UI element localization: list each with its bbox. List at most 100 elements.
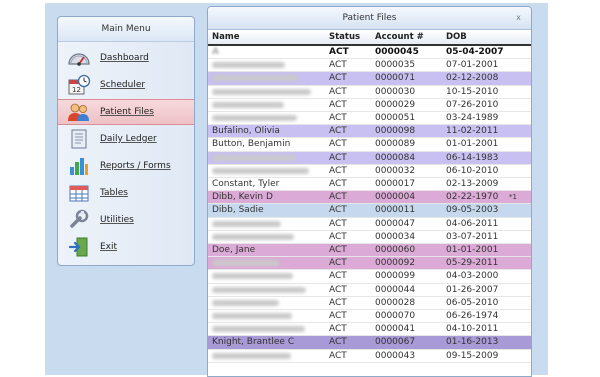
patient-status-cell: ACT	[329, 284, 347, 295]
table-row[interactable]: ACT 0000034 03-07-2011	[208, 230, 531, 244]
patient-status-cell: ACT	[329, 47, 349, 57]
patient-status-cell: ACT	[329, 271, 347, 282]
redacted-name	[212, 220, 281, 227]
patient-account-cell: 0000092	[375, 258, 416, 269]
patient-status-cell: ACT	[329, 231, 347, 242]
menu-item-label: Scheduler	[100, 80, 146, 90]
patient-dob-cell: 06-10-2010	[446, 165, 499, 176]
menu-item-scheduler[interactable]: 12 Scheduler	[58, 72, 194, 98]
patient-status-cell: ACT	[329, 73, 347, 84]
users-icon	[66, 100, 92, 124]
table-row[interactable]: ACT 0000044 01-26-2007	[208, 283, 531, 297]
menu-item-utilities[interactable]: Utilities	[58, 207, 194, 233]
patient-dob-cell: 06-26-1974	[446, 311, 499, 321]
patient-account-cell: 0000099	[375, 271, 416, 282]
column-header-status[interactable]: Status	[329, 31, 373, 44]
table-row[interactable]: ACT 0000041 04-10-2011	[208, 323, 531, 337]
redacted-name	[212, 326, 305, 333]
column-header-account[interactable]: Account #	[375, 31, 443, 44]
main-menu-title: Main Menu	[58, 17, 194, 42]
table-row[interactable]: Knight, Brantlee C ACT 0000067 01-16-2013	[208, 336, 531, 350]
patient-name-cell: A	[212, 47, 219, 57]
patient-dob-cell: 07-26-2010	[446, 99, 499, 110]
menu-item-label: Dashboard	[100, 53, 149, 63]
redacted-name	[212, 75, 298, 82]
ledger-book-icon	[66, 127, 92, 151]
patient-dob-cell: 01-01-2001	[446, 139, 499, 150]
patient-status-cell: ACT	[329, 311, 347, 321]
menu-item-tables[interactable]: Tables	[58, 180, 194, 206]
patient-account-cell: 0000051	[375, 113, 416, 123]
table-row[interactable]: ACT 0000047 04-06-2011	[208, 217, 531, 231]
column-header-name[interactable]: Name	[212, 31, 324, 44]
redacted-name	[212, 352, 291, 359]
patient-account-cell: 0000060	[375, 245, 416, 255]
patient-dob-cell: 01-16-2013	[446, 337, 499, 348]
patient-dob-cell: 02-13-2009	[446, 179, 499, 189]
menu-item-patient-files[interactable]: Patient Files	[58, 99, 194, 125]
menu-item-reports-forms[interactable]: Reports / Forms	[58, 153, 194, 179]
row-flag: *1	[509, 193, 517, 202]
redacted-name	[212, 233, 294, 240]
table-row[interactable]: ACT 0000051 03-24-1989	[208, 112, 531, 126]
close-icon[interactable]: x	[514, 13, 523, 22]
table-row[interactable]: Bufalino, Olivia ACT 0000098 11-02-2011	[208, 125, 531, 139]
table-row[interactable]: ACT 0000035 07-01-2001	[208, 59, 531, 73]
column-header-dob[interactable]: DOB	[446, 31, 506, 44]
svg-text:12: 12	[72, 86, 81, 94]
menu-item-dashboard[interactable]: Dashboard	[58, 45, 194, 71]
patient-files-title-bar: Patient Files x	[208, 7, 531, 30]
table-row[interactable]: ACT 0000028 06-05-2010	[208, 296, 531, 310]
table-row[interactable]: ACT 0000030 10-15-2010	[208, 85, 531, 99]
patient-status-cell: ACT	[329, 165, 347, 176]
patient-status-cell: ACT	[329, 60, 347, 71]
patient-name-cell: Constant, Tyler	[212, 179, 280, 189]
table-row[interactable]: ACT 0000099 04-03-2000	[208, 270, 531, 284]
patient-dob-cell: 10-15-2010	[446, 86, 499, 97]
patient-status-cell: ACT	[329, 99, 347, 110]
patient-name-cell: Knight, Brantlee C	[212, 337, 295, 348]
menu-item-daily-ledger[interactable]: Daily Ledger	[58, 126, 194, 152]
table-row[interactable]: ACT 0000029 07-26-2010	[208, 98, 531, 112]
patient-status-cell: ACT	[329, 258, 347, 269]
patient-dob-cell: 01-26-2007	[446, 284, 499, 295]
table-row[interactable]: ACT 0000032 06-10-2010	[208, 164, 531, 178]
table-row[interactable]: A ACT 0000045 05-04-2007	[208, 46, 531, 60]
menu-item-label: Utilities	[100, 215, 134, 225]
patient-dob-cell: 04-10-2011	[446, 324, 499, 335]
patient-status-cell: ACT	[329, 350, 347, 361]
table-row[interactable]: ACT 0000043 09-15-2009	[208, 349, 531, 363]
redacted-name	[212, 273, 293, 280]
patient-dob-cell: 04-06-2011	[446, 218, 499, 229]
patient-dob-cell: 02-12-2008	[446, 73, 499, 84]
patient-account-cell: 0000047	[375, 218, 416, 229]
patient-name-cell: Doe, Jane	[212, 245, 256, 255]
table-row[interactable]: Constant, Tyler ACT 0000017 02-13-2009	[208, 178, 531, 192]
menu-item-label: Daily Ledger	[100, 134, 157, 144]
calendar-clock-icon: 12	[66, 73, 92, 97]
patient-status-cell: ACT	[329, 218, 347, 229]
patient-dob-cell: 11-02-2011	[446, 126, 499, 137]
table-row[interactable]: Doe, Jane ACT 0000060 01-01-2001	[208, 244, 531, 258]
patient-account-cell: 0000041	[375, 324, 416, 335]
table-row[interactable]: Dibb, Sadie ACT 0000011 09-05-2003	[208, 204, 531, 218]
patient-name-cell: Button, Benjamin	[212, 139, 291, 150]
patient-account-cell: 0000084	[375, 152, 416, 163]
redacted-name	[212, 299, 279, 306]
table-row[interactable]: ACT 0000084 06-14-1983	[208, 151, 531, 165]
patient-status-cell: ACT	[329, 324, 347, 335]
menu-item-exit[interactable]: Exit	[58, 234, 194, 260]
patient-account-cell: 0000030	[375, 86, 416, 97]
table-row[interactable]: Dibb, Kevin D ACT 0000004 02-22-1970 *1	[208, 191, 531, 205]
redacted-name	[212, 313, 292, 319]
patient-status-cell: ACT	[329, 337, 347, 348]
patient-status-cell: ACT	[329, 245, 347, 255]
table-row[interactable]: ACT 0000070 06-26-1974	[208, 310, 531, 324]
table-row[interactable]: ACT 0000071 02-12-2008	[208, 72, 531, 86]
speedometer-icon	[66, 46, 92, 70]
table-row[interactable]: Button, Benjamin ACT 0000089 01-01-2001	[208, 138, 531, 152]
patient-dob-cell: 06-05-2010	[446, 297, 499, 308]
patient-files-title: Patient Files	[342, 13, 397, 23]
patient-dob-cell: 02-22-1970	[446, 192, 499, 203]
table-row[interactable]: ACT 0000092 05-29-2011	[208, 257, 531, 271]
